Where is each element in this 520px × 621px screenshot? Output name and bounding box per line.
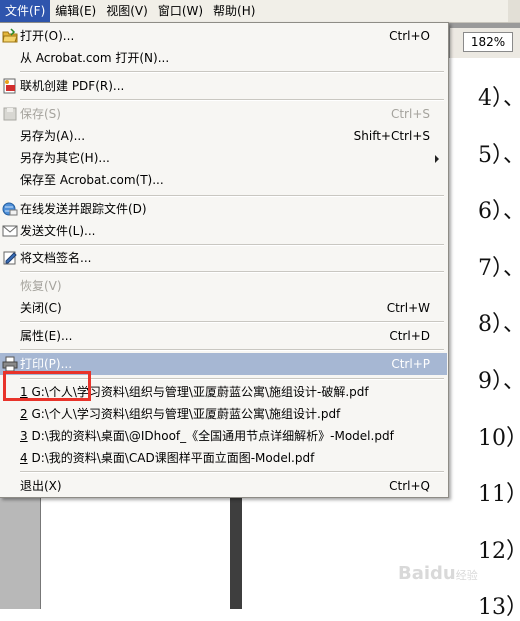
doc-number-12: 12） (478, 539, 520, 564)
menu-separator (20, 71, 444, 73)
menu-help[interactable]: 帮助(H) (208, 0, 260, 22)
menu-item-sign-document[interactable]: 将文档签名... (0, 247, 447, 269)
save-icon (2, 106, 18, 122)
menu-item-save-as-other[interactable]: 另存为其它(H)... (0, 147, 447, 169)
menu-item-revert[interactable]: 恢复(V) (0, 275, 447, 297)
menu-item-exit[interactable]: 退出(X) Ctrl+Q (0, 475, 447, 497)
doc-number-9: 9）、 (478, 369, 520, 394)
baidu-watermark: Baidu经验 (398, 563, 478, 584)
doc-number-7: 7）、 (478, 256, 520, 281)
menu-separator (20, 271, 444, 273)
menu-item-recent-file[interactable]: 4 D:\我的资料\桌面\CAD课图样平面立面图-Model.pdf (0, 447, 447, 469)
menu-item-save[interactable]: 保存(S) Ctrl+S (0, 103, 447, 125)
open-folder-icon (2, 28, 18, 44)
menu-item-send-and-track[interactable]: 在线发送并跟踪文件(D) (0, 198, 447, 220)
file-menu: 打开(O)... Ctrl+O 从 Acrobat.com 打开(N)... 联… (0, 22, 449, 498)
menu-item-recent-file[interactable]: 3 D:\我的资料\桌面\@IDhoof_《全国通用节点详细解析》-Model.… (0, 425, 447, 447)
menu-item-open-acrobat-com[interactable]: 从 Acrobat.com 打开(N)... (0, 47, 447, 69)
submenu-arrow-icon (435, 155, 439, 163)
menu-item-close[interactable]: 关闭(C) Ctrl+W (0, 297, 447, 319)
menu-item-save-as[interactable]: 另存为(A)... Shift+Ctrl+S (0, 125, 447, 147)
zoom-input[interactable]: 182% (463, 32, 513, 52)
menu-file[interactable]: 文件(F) (0, 0, 51, 22)
menu-separator (20, 321, 444, 323)
doc-number-4: 4）、 (478, 86, 520, 111)
menu-item-send-file[interactable]: 发送文件(L)... (0, 220, 447, 242)
sign-icon (2, 250, 18, 266)
menu-item-recent-file[interactable]: 2 G:\个人\学习资料\组织与管理\亚厦蔚蓝公寓\施组设计.pdf (0, 403, 447, 425)
menu-item-open[interactable]: 打开(O)... Ctrl+O (0, 25, 447, 47)
navigation-pane-gutter (0, 498, 41, 609)
doc-number-5: 5）、 (478, 143, 520, 168)
menu-separator (20, 195, 444, 197)
thumbnail-panel (40, 498, 232, 609)
panel-splitter[interactable] (230, 498, 242, 609)
doc-number-6: 6）、 (478, 199, 520, 224)
menu-separator (20, 244, 444, 246)
menu-separator (20, 99, 444, 101)
doc-number-10: 10） (478, 426, 520, 451)
doc-number-11: 11） (478, 482, 520, 507)
menu-separator (20, 471, 444, 473)
mail-icon (2, 223, 18, 239)
doc-number-13: 13） (478, 595, 520, 620)
menu-item-properties[interactable]: 属性(E)... Ctrl+D (0, 325, 447, 347)
menu-view[interactable]: 视图(V) (101, 0, 153, 22)
create-pdf-icon (2, 78, 18, 94)
menu-item-create-pdf-online[interactable]: 联机创建 PDF(R)... (0, 75, 447, 97)
print-highlight-annotation (3, 371, 91, 401)
menubar-edge (508, 0, 520, 22)
doc-number-8: 8）、 (478, 312, 520, 337)
menu-edit[interactable]: 编辑(E) (50, 0, 101, 22)
printer-icon (2, 356, 18, 372)
menu-window[interactable]: 窗口(W) (153, 0, 208, 22)
menubar: 文件(F) 编辑(E) 视图(V) 窗口(W) 帮助(H) (0, 0, 520, 23)
menu-separator (20, 349, 444, 351)
send-track-icon (2, 201, 18, 217)
menu-item-save-to-acrobat-com[interactable]: 保存至 Acrobat.com(T)... (0, 169, 447, 191)
